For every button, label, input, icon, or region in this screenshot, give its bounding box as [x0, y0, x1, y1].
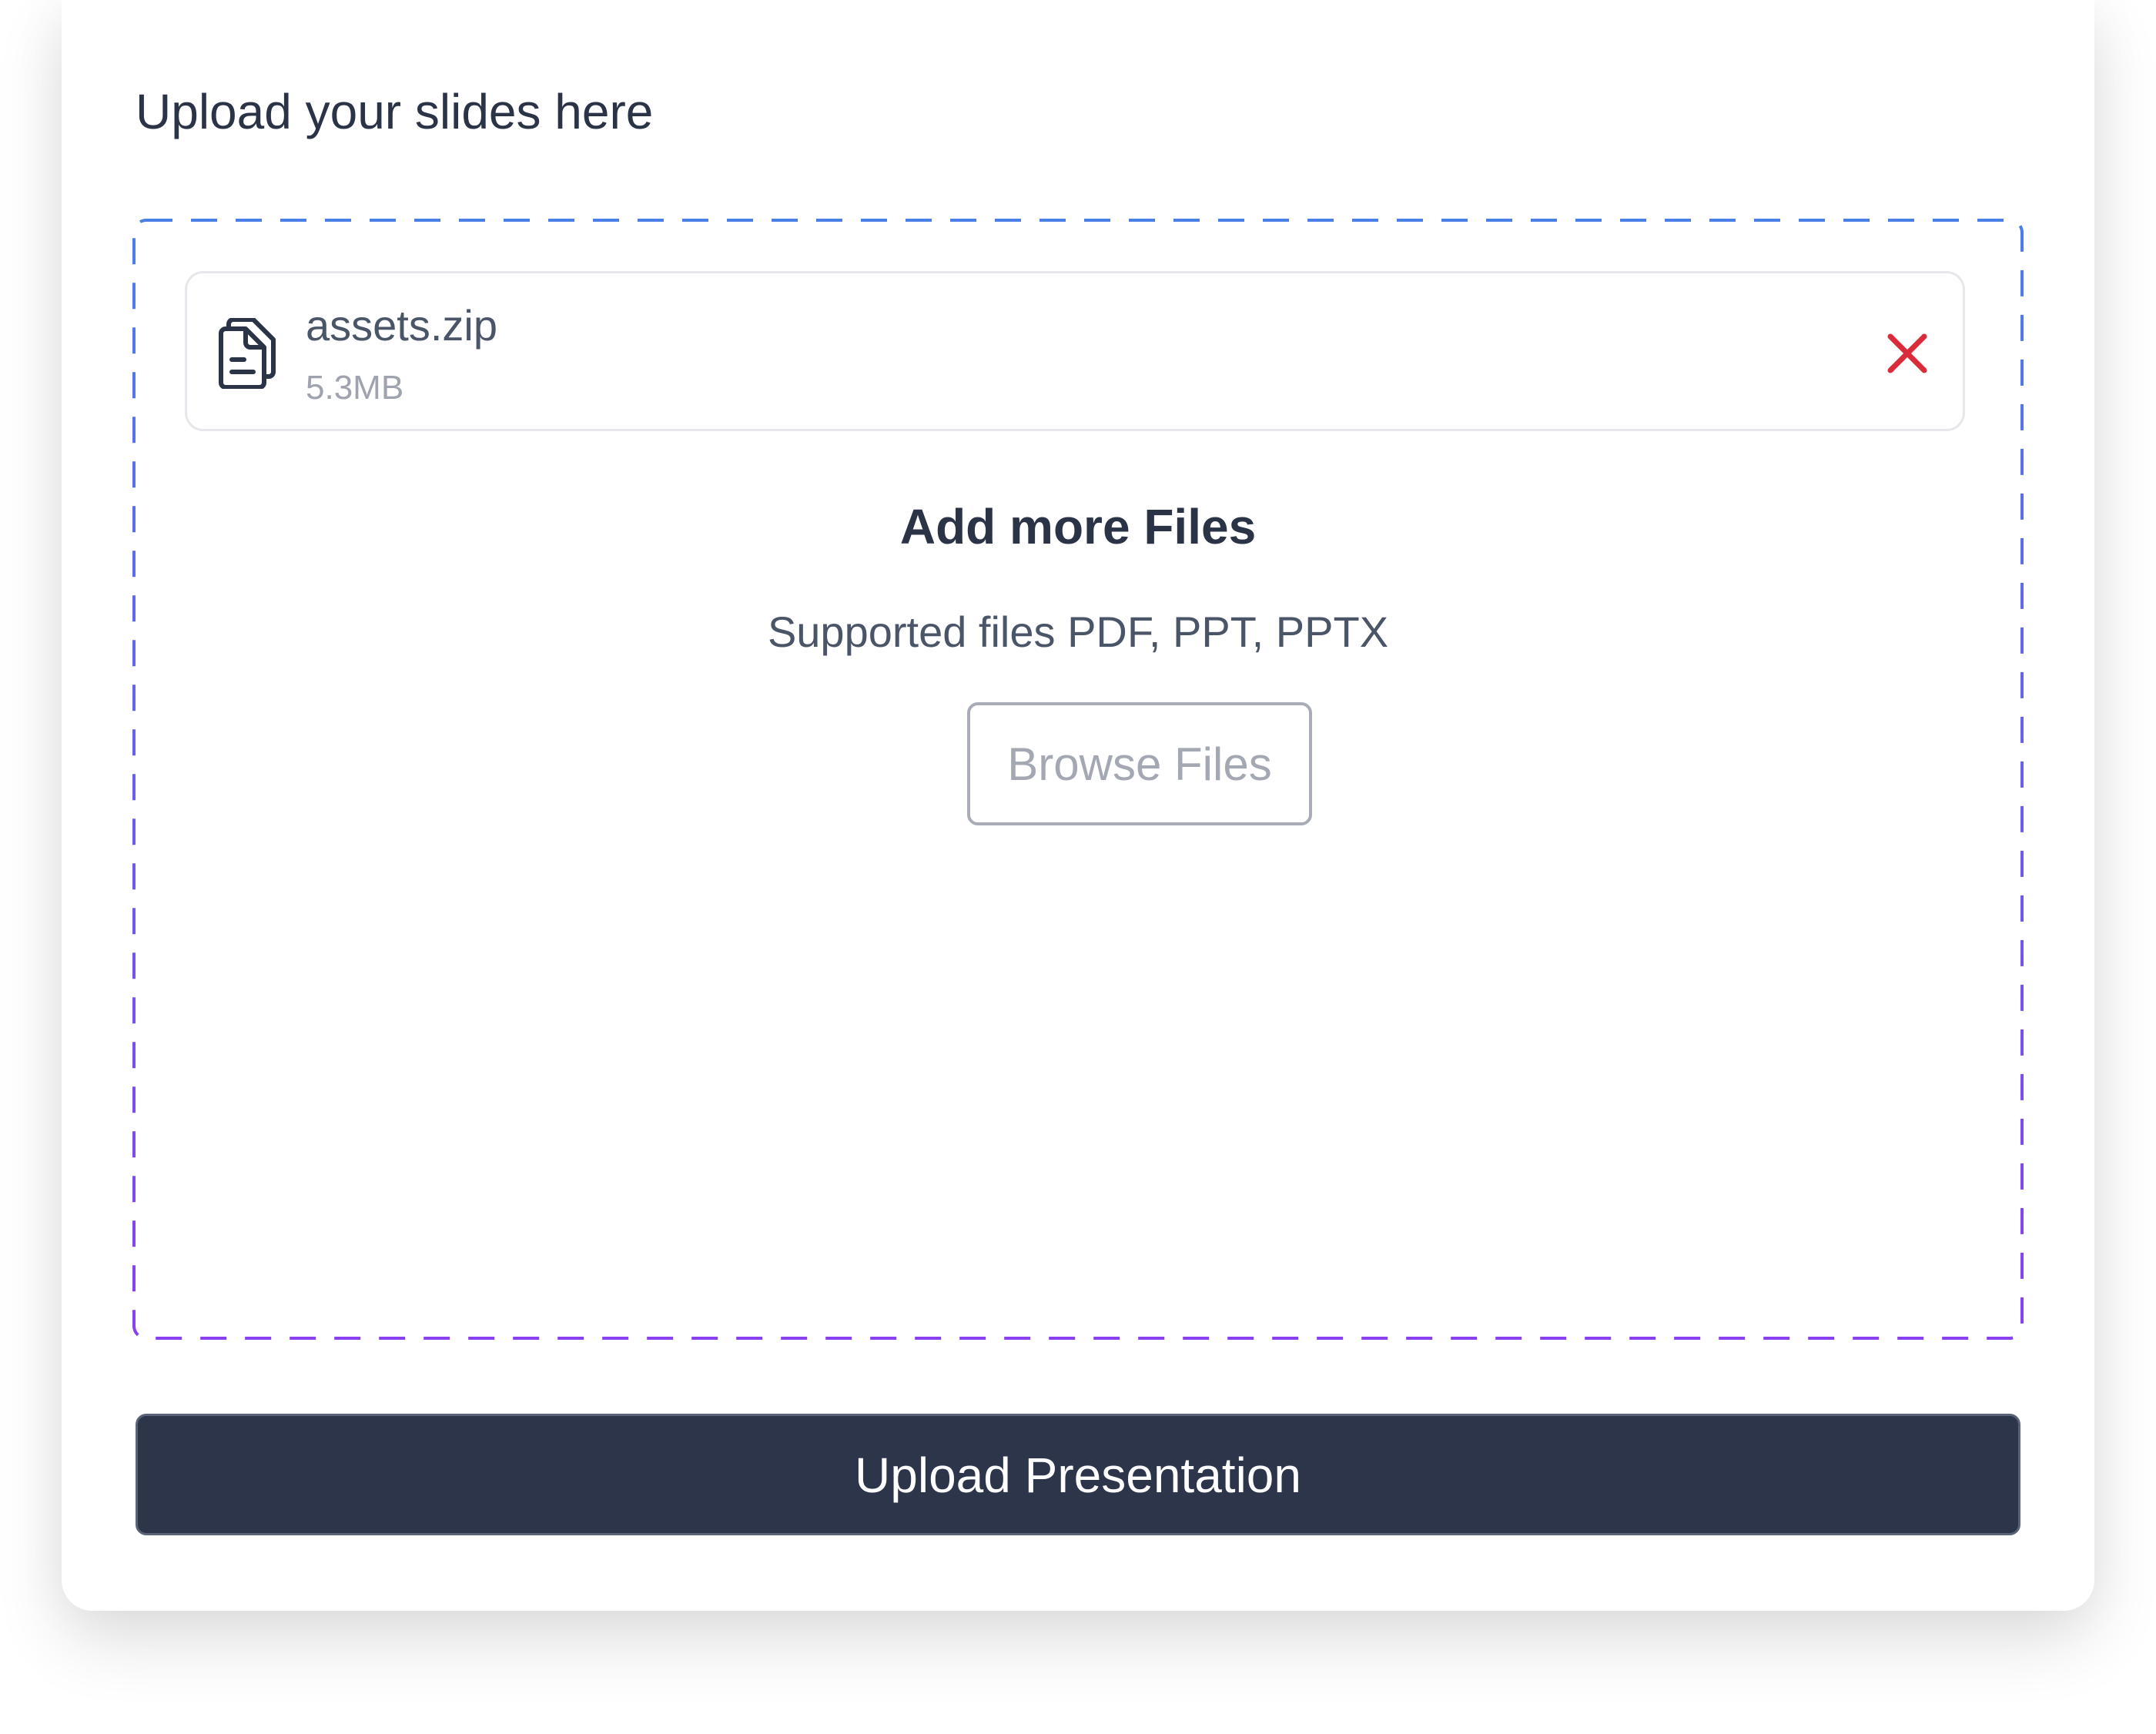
upload-heading: Upload your slides here	[136, 84, 654, 139]
uploaded-file-item: assets.zip 5.3MB	[185, 271, 1965, 431]
file-size: 5.3MB	[306, 369, 404, 407]
file-dropzone[interactable]: assets.zip 5.3MB Add more Files Supporte…	[132, 219, 2024, 1340]
upload-presentation-button[interactable]: Upload Presentation	[136, 1414, 2020, 1535]
close-icon	[1887, 333, 1927, 373]
supported-files-text: Supported files PDF, PPT, PPTX	[767, 608, 1389, 656]
file-name: assets.zip	[306, 301, 497, 350]
add-more-files-title: Add more Files	[899, 499, 1257, 554]
upload-card: Upload your slides here assets.zip 5.3MB	[62, 0, 2094, 1611]
file-document-icon	[219, 318, 276, 389]
remove-file-button[interactable]	[1883, 329, 1932, 378]
browse-files-button[interactable]: Browse Files	[967, 702, 1312, 825]
